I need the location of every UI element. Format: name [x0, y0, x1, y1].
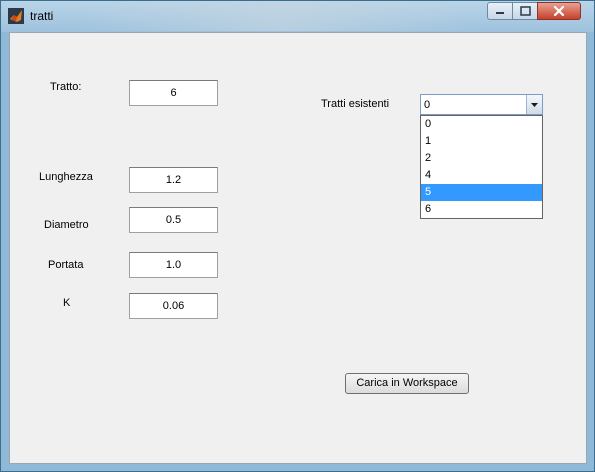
portata-label: Portata [48, 259, 84, 271]
tratti-esistenti-label: Tratti esistenti [321, 98, 390, 110]
k-field[interactable]: 0.06 [129, 293, 218, 319]
matlab-icon [8, 8, 24, 24]
title-bar-backdrop [81, 1, 481, 31]
portata-field[interactable]: 1.0 [129, 252, 218, 278]
close-button[interactable] [537, 2, 581, 20]
tratti-esistenti-selected-value: 0 [424, 99, 431, 111]
form-panel: Tratto: 6 Lunghezza 1.2 Diametro 0.5 Por… [9, 32, 587, 464]
dropdown-option[interactable]: 6 [421, 201, 542, 218]
lunghezza-field[interactable]: 1.2 [129, 167, 218, 193]
tratti-esistenti-options: 012456 [420, 115, 543, 219]
minimize-icon [496, 12, 504, 14]
app-window: tratti Tratto: 6 Lunghezza 1.2 Diametro … [0, 0, 595, 472]
tratto-label: Tratto: [50, 81, 82, 93]
dropdown-arrow-button[interactable] [526, 95, 542, 114]
diametro-label: Diametro [44, 219, 89, 231]
diametro-field[interactable]: 0.5 [129, 207, 218, 233]
maximize-button[interactable] [512, 2, 538, 20]
dropdown-option[interactable]: 5 [421, 184, 542, 201]
maximize-icon [520, 6, 531, 16]
carica-in-workspace-button[interactable]: Carica in Workspace [345, 373, 469, 394]
dropdown-option[interactable]: 1 [421, 133, 542, 150]
chevron-down-icon [531, 103, 538, 107]
dropdown-option[interactable]: 0 [421, 116, 542, 133]
close-icon [553, 5, 565, 17]
k-label: K [63, 297, 71, 309]
lunghezza-label: Lunghezza [39, 171, 93, 183]
dropdown-option[interactable]: 2 [421, 150, 542, 167]
tratto-field[interactable]: 6 [129, 80, 218, 106]
dropdown-option[interactable]: 4 [421, 167, 542, 184]
minimize-button[interactable] [487, 2, 513, 20]
tratti-esistenti-select[interactable]: 0 [420, 94, 543, 115]
title-bar[interactable]: tratti [1, 1, 594, 32]
window-title: tratti [30, 9, 54, 23]
